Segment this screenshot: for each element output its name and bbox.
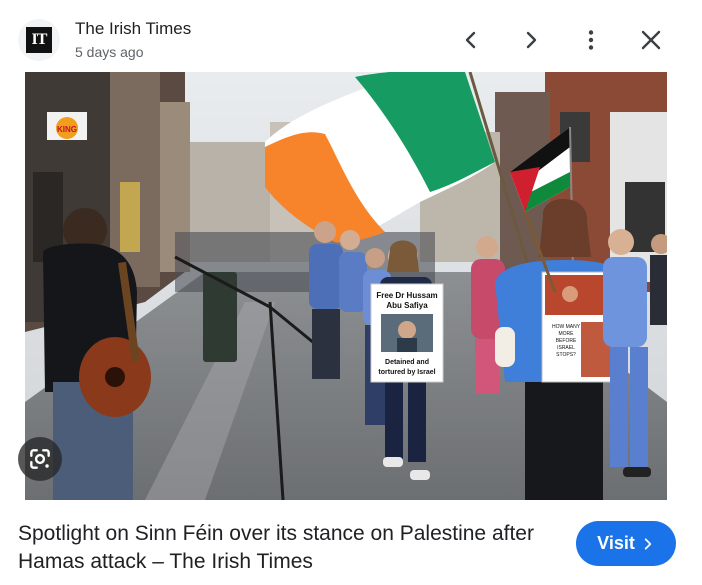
visit-button-label: Visit — [597, 533, 635, 553]
result-caption[interactable]: Spotlight on Sinn Féin over its stance o… — [18, 520, 558, 576]
google-lens-button[interactable] — [18, 437, 62, 481]
source-name[interactable]: The Irish Times — [75, 19, 191, 39]
placard2-line-2: MORE — [559, 331, 575, 337]
irish-times-logo-icon: IT — [26, 27, 52, 53]
placard-line-2: Abu Safiya — [386, 301, 428, 310]
shop-sign-text: KING — [57, 125, 77, 134]
placard2-line-1: HOW MANY — [552, 324, 581, 330]
next-button[interactable] — [511, 20, 551, 60]
google-lens-icon — [30, 449, 50, 469]
previous-button[interactable] — [451, 20, 491, 60]
placard-line-3: Detained and — [385, 359, 429, 366]
placard-line-4: tortured by Israel — [378, 369, 435, 376]
source-logo[interactable]: IT — [18, 19, 60, 61]
more-vert-icon — [588, 30, 594, 50]
close-icon — [641, 30, 661, 50]
placard2-line-4: ISRAEL — [557, 345, 575, 351]
chevron-right-icon — [526, 31, 537, 49]
visit-button[interactable]: Visit — [576, 521, 676, 566]
close-button[interactable] — [631, 20, 671, 60]
protest-photo: KING Free Dr Hussam Abu Safiya Detained … — [25, 72, 667, 500]
placard-line-1: Free Dr Hussam — [376, 291, 437, 300]
placard2-line-3: BEFORE — [556, 338, 577, 344]
timestamp: 5 days ago — [75, 44, 144, 60]
chevron-right-icon — [644, 537, 652, 550]
chevron-left-icon — [465, 31, 476, 49]
more-options-button[interactable] — [571, 20, 611, 60]
result-image[interactable]: KING Free Dr Hussam Abu Safiya Detained … — [25, 72, 667, 500]
placard2-line-5: STOPS? — [556, 352, 576, 358]
result-header: IT The Irish Times 5 days ago — [0, 0, 702, 72]
